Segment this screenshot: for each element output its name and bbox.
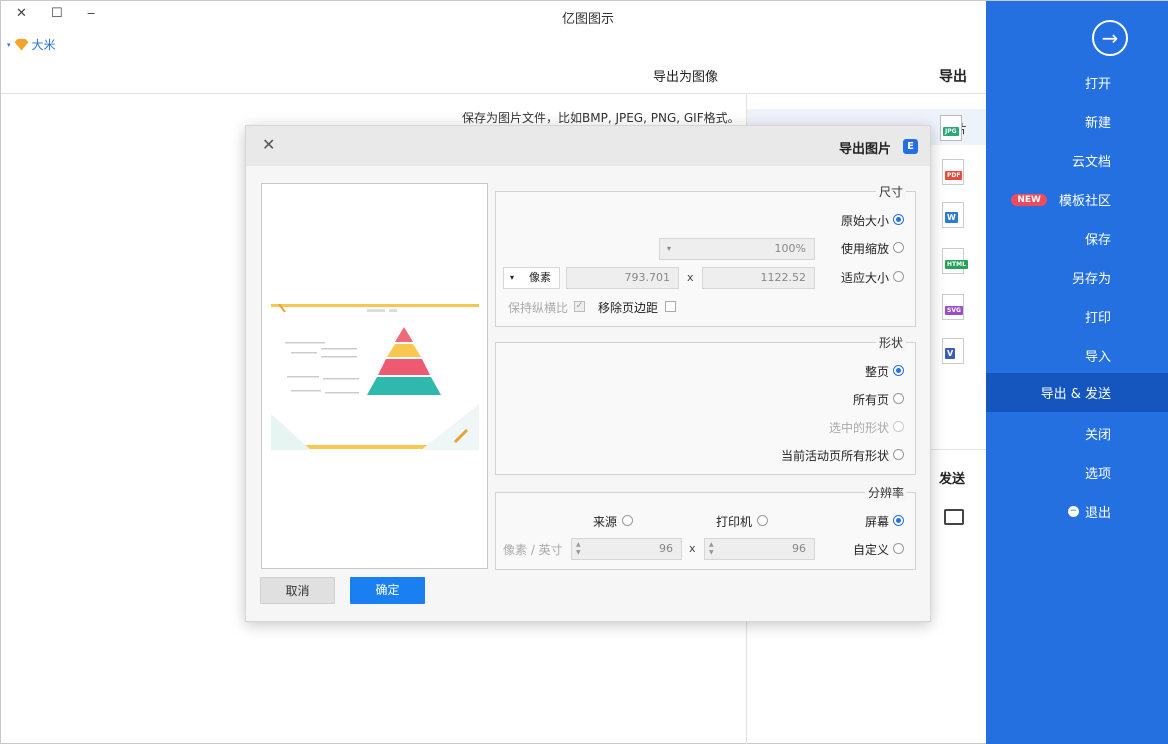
back-arrow-icon[interactable]: → <box>1092 20 1128 56</box>
unit-select[interactable]: ▾ 像素 <box>503 267 560 289</box>
close-window-icon[interactable]: ✕ <box>16 6 27 21</box>
spinner-icon[interactable]: ▲ ▼ <box>709 541 714 557</box>
mail-icon[interactable] <box>944 509 964 525</box>
radio-custom[interactable] <box>893 543 904 554</box>
remove-margin-label: 移除页边距 <box>598 301 659 315</box>
sidebar-item-exit[interactable]: − 退出 <box>1067 492 1111 531</box>
chevron-down-icon: ▾ <box>667 244 672 253</box>
sidebar-item-cloud[interactable]: 云文档 <box>1072 141 1111 180</box>
window-title: 亿图图示 <box>562 12 615 27</box>
all-pages-label: 所有页 <box>853 393 890 407</box>
radio-screen[interactable] <box>893 515 904 526</box>
cancel-button[interactable]: 取消 <box>260 577 335 604</box>
sidebar-item-options[interactable]: 选项 <box>1085 453 1111 492</box>
chevron-down-icon: ▾ <box>510 273 515 282</box>
use-zoom-label: 使用缩放 <box>841 242 890 256</box>
selected-shapes-label: 选中的形状 <box>829 421 890 435</box>
custom-label: 自定义 <box>853 543 890 557</box>
keep-ratio-label: 保持纵横比 <box>508 301 569 315</box>
radio-all-pages[interactable] <box>893 393 904 404</box>
pyramid-preview-graphic <box>271 304 479 450</box>
printer-label: 打印机 <box>716 515 753 529</box>
vip-gem-icon <box>14 38 29 51</box>
html-file-icon[interactable]: HTML <box>942 248 968 274</box>
header-divider <box>1 93 986 94</box>
dialog-header: ✕ 导出图片 E <box>246 126 930 166</box>
whole-page-label: 整页 <box>865 365 890 379</box>
dpi-y-input[interactable]: ▲ ▼ 96 <box>571 538 682 560</box>
ok-button[interactable]: 确定 <box>350 577 425 604</box>
original-size-label: 原始大小 <box>841 214 890 228</box>
sidebar-item-open[interactable]: 打开 <box>1085 63 1111 102</box>
dpi-x-separator: x <box>689 542 696 555</box>
app-window: ✕ ☐ ‒ 亿图图示 ▾ 大米 导出 导出为图像 保存为图片文件，比如BMP, … <box>0 0 1168 744</box>
dialog-title: 导出图片 <box>838 142 891 157</box>
word-file-icon[interactable]: W <box>942 202 964 228</box>
radio-whole-page[interactable] <box>893 365 904 376</box>
user-name: 大米 <box>31 38 56 52</box>
radio-selected-shapes[interactable] <box>893 421 904 432</box>
spinner-icon[interactable]: ▲ ▼ <box>576 541 581 557</box>
export-image-heading: 导出为图像 <box>653 70 719 85</box>
width-input[interactable]: 1122.52 <box>702 267 815 289</box>
edraw-logo-icon: E <box>903 139 918 154</box>
radio-current-page-shapes[interactable] <box>893 449 904 460</box>
export-description: 保存为图片文件，比如BMP, JPEG, PNG, GIF格式。 <box>462 111 740 125</box>
height-input[interactable]: 793.701 <box>566 267 679 289</box>
sidebar-item-template-community[interactable]: NEW 模板社区 <box>1011 180 1111 219</box>
maximize-window-icon[interactable]: ☐ <box>51 6 63 21</box>
dpi-x-input[interactable]: ▲ ▼ 96 <box>704 538 815 560</box>
svg-file-icon[interactable]: SVG <box>942 294 964 320</box>
keep-ratio-checkbox[interactable]: ✓ <box>574 301 585 312</box>
sidebar-item-close[interactable]: 关闭 <box>1085 414 1111 453</box>
exit-icon: − <box>1067 506 1079 517</box>
shape-group-label: 形状 <box>876 334 907 351</box>
sidebar-item-label: 退出 <box>1084 506 1111 521</box>
sidebar-item-export-send[interactable]: 导出 & 发送 <box>986 373 1168 412</box>
sidebar-item-print[interactable]: 打印 <box>1085 297 1111 336</box>
radio-printer[interactable] <box>757 515 768 526</box>
radio-use-zoom[interactable] <box>893 242 904 253</box>
send-heading: 发送 <box>939 472 966 487</box>
preview-panel <box>261 183 488 569</box>
sidebar-item-import[interactable]: 导入 <box>1085 336 1111 375</box>
size-x-separator: x <box>687 271 694 284</box>
pdf-file-icon[interactable]: PDF <box>942 159 964 185</box>
radio-original-size[interactable] <box>893 214 904 225</box>
remove-margin-checkbox[interactable] <box>665 301 676 312</box>
minimize-window-icon[interactable]: ‒ <box>87 6 95 21</box>
fit-size-label: 适应大小 <box>841 271 890 285</box>
radio-fit-size[interactable] <box>893 271 904 282</box>
sidebar-item-label: 模板社区 <box>1058 194 1111 209</box>
export-image-dialog: ✕ 导出图片 E 尺寸 原始大小 使用缩放 ▾ 100% 适应大小 1122.5… <box>245 125 931 622</box>
backstage-sidebar: → 打开 新建 云文档 NEW 模板社区 保存 另存为 打印 导入 导出 & 发… <box>986 1 1168 744</box>
export-heading: 导出 <box>939 69 967 85</box>
screen-label: 屏幕 <box>865 515 890 529</box>
radio-source[interactable] <box>622 515 633 526</box>
preview-thumbnail <box>271 304 479 450</box>
new-badge: NEW <box>1011 193 1047 206</box>
zoom-select[interactable]: ▾ 100% <box>659 238 815 260</box>
sidebar-item-save[interactable]: 保存 <box>1085 219 1111 258</box>
source-label: 来源 <box>593 515 618 529</box>
current-page-shapes-label: 当前活动页所有形状 <box>781 449 890 463</box>
size-group-label: 尺寸 <box>876 183 907 200</box>
sidebar-item-save-as[interactable]: 另存为 <box>1072 258 1111 297</box>
visio-file-icon[interactable]: V <box>942 338 964 364</box>
dropdown-arrow-icon: ▾ <box>7 40 11 49</box>
sidebar-item-new[interactable]: 新建 <box>1085 102 1111 141</box>
resolution-group-label: 分辨率 <box>865 484 908 501</box>
user-menu[interactable]: ▾ 大米 <box>7 36 56 53</box>
dpi-unit-label: 像素 / 英寸 <box>503 543 563 557</box>
close-icon[interactable]: ✕ <box>262 135 275 154</box>
jpg-file-icon[interactable]: JPG <box>940 115 962 141</box>
